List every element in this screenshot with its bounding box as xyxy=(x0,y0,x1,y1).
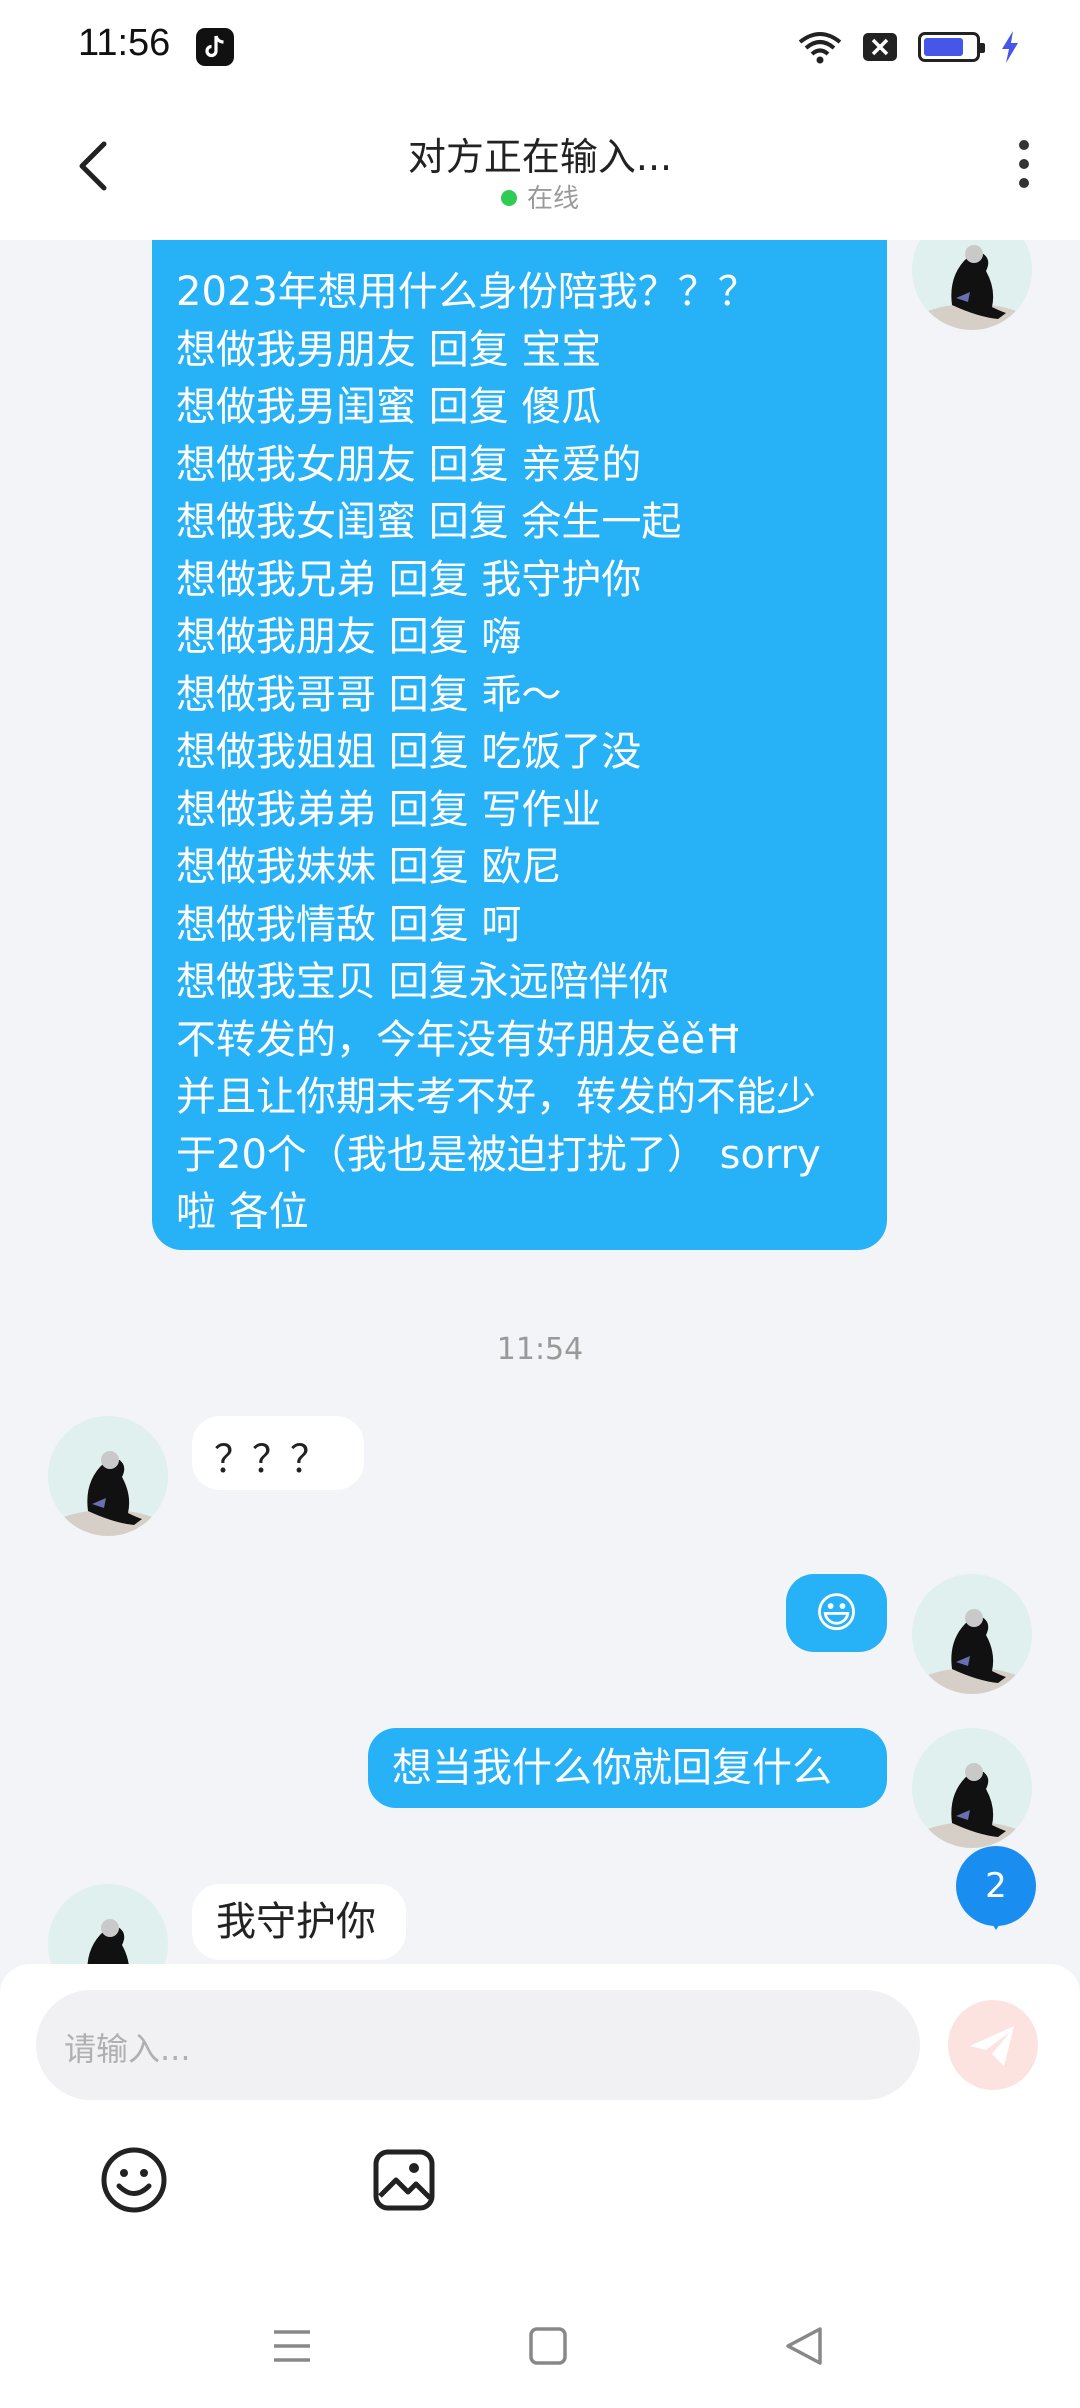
sim-off-icon xyxy=(863,33,897,61)
chat-title: 对方正在输入... xyxy=(407,135,673,179)
status-bar: 11:56 xyxy=(0,0,1080,96)
online-status: 在线 xyxy=(0,178,1080,215)
avatar[interactable] xyxy=(912,1574,1032,1694)
image-icon[interactable] xyxy=(372,2148,436,2212)
battery-icon xyxy=(918,32,985,62)
charging-icon xyxy=(1002,31,1018,63)
message-line: 想做我男闺蜜 回复 傻瓜 xyxy=(176,384,602,430)
online-status-label: 在线 xyxy=(526,184,579,214)
menu-icon[interactable] xyxy=(272,2326,312,2366)
message-input-placeholder: 请输入... xyxy=(64,2030,191,2068)
tiktok-icon xyxy=(196,28,234,66)
message-line: 想做我姐姐 回复 吃饭了没 xyxy=(176,729,642,775)
avatar[interactable] xyxy=(48,1416,168,1536)
message-line: 于20个（我也是被迫打扰了） sorry xyxy=(176,1131,821,1178)
message-line: 想做我宝贝 回复永远陪伴你 xyxy=(176,959,669,1005)
message-bubble-incoming[interactable]: ？？？ xyxy=(192,1416,364,1490)
system-navigation-bar xyxy=(0,2300,1080,2408)
message-line: 想做我女朋友 回复 亲爱的 xyxy=(176,441,642,488)
status-icons xyxy=(798,30,1020,64)
message-bubble-incoming[interactable]: 我守护你 xyxy=(192,1884,406,1960)
message-line: 想做我朋友 回复 嗨 xyxy=(176,614,522,660)
status-time: 11:56 xyxy=(78,22,171,64)
send-icon xyxy=(970,2026,1014,2066)
message-line: 想做我兄弟 回复 我守护你 xyxy=(176,556,642,603)
composer-panel: 请输入... xyxy=(0,1964,1080,2408)
wifi-icon xyxy=(798,32,842,64)
avatar[interactable] xyxy=(912,240,1032,330)
emoji-icon[interactable] xyxy=(100,2146,168,2214)
message-line: 想做我妹妹 回复 欧尼 xyxy=(176,844,562,890)
message-bubble-outgoing[interactable]: 2023年想用什么身份陪我？？？ 想做我男朋友 回复 宝宝 想做我男闺蜜 回复 傻瓜… xyxy=(152,240,887,1250)
chat-header: 对方正在输入... 在线 xyxy=(0,96,1080,240)
message-line: 想做我弟弟 回复 写作业 xyxy=(176,786,602,833)
message-line: 想做我女闺蜜 回复 余生一起 xyxy=(176,499,682,545)
message-line: 并且让你期末考不好，转发的不能少 xyxy=(176,1074,816,1120)
online-dot xyxy=(500,190,517,206)
message-line: 啦 各位 xyxy=(176,1189,309,1235)
message-line: 想做我情敌 回复 呵 xyxy=(176,901,522,948)
send-button[interactable] xyxy=(948,2000,1038,2090)
message-bubble-outgoing[interactable]: 想当我什么你就回复什么 xyxy=(368,1728,887,1808)
home-icon[interactable] xyxy=(528,2326,568,2366)
message-line: 想做我男朋友 回复 宝宝 xyxy=(176,326,602,373)
back-icon[interactable] xyxy=(784,2326,824,2366)
message-line: 想做我哥哥 回复 乖～ xyxy=(176,671,562,718)
message-input[interactable]: 请输入... xyxy=(36,1990,920,2100)
avatar[interactable] xyxy=(912,1728,1032,1848)
unread-count-badge[interactable]: 2 xyxy=(956,1846,1036,1930)
message-line: 2023年想用什么身份陪我？？？ xyxy=(176,269,758,315)
avatar[interactable] xyxy=(48,1884,168,1970)
message-list[interactable]: 2023年想用什么身份陪我？？？ 想做我男朋友 回复 宝宝 想做我男闺蜜 回复 傻瓜… xyxy=(0,240,1080,1970)
message-bubble-outgoing[interactable]: 😃 xyxy=(786,1574,887,1652)
message-line: 不转发的，今年没有好朋友ěěĦ xyxy=(176,1016,742,1063)
more-vertical-icon[interactable] xyxy=(1012,140,1036,196)
message-timestamp: 11:54 xyxy=(496,1332,584,1367)
